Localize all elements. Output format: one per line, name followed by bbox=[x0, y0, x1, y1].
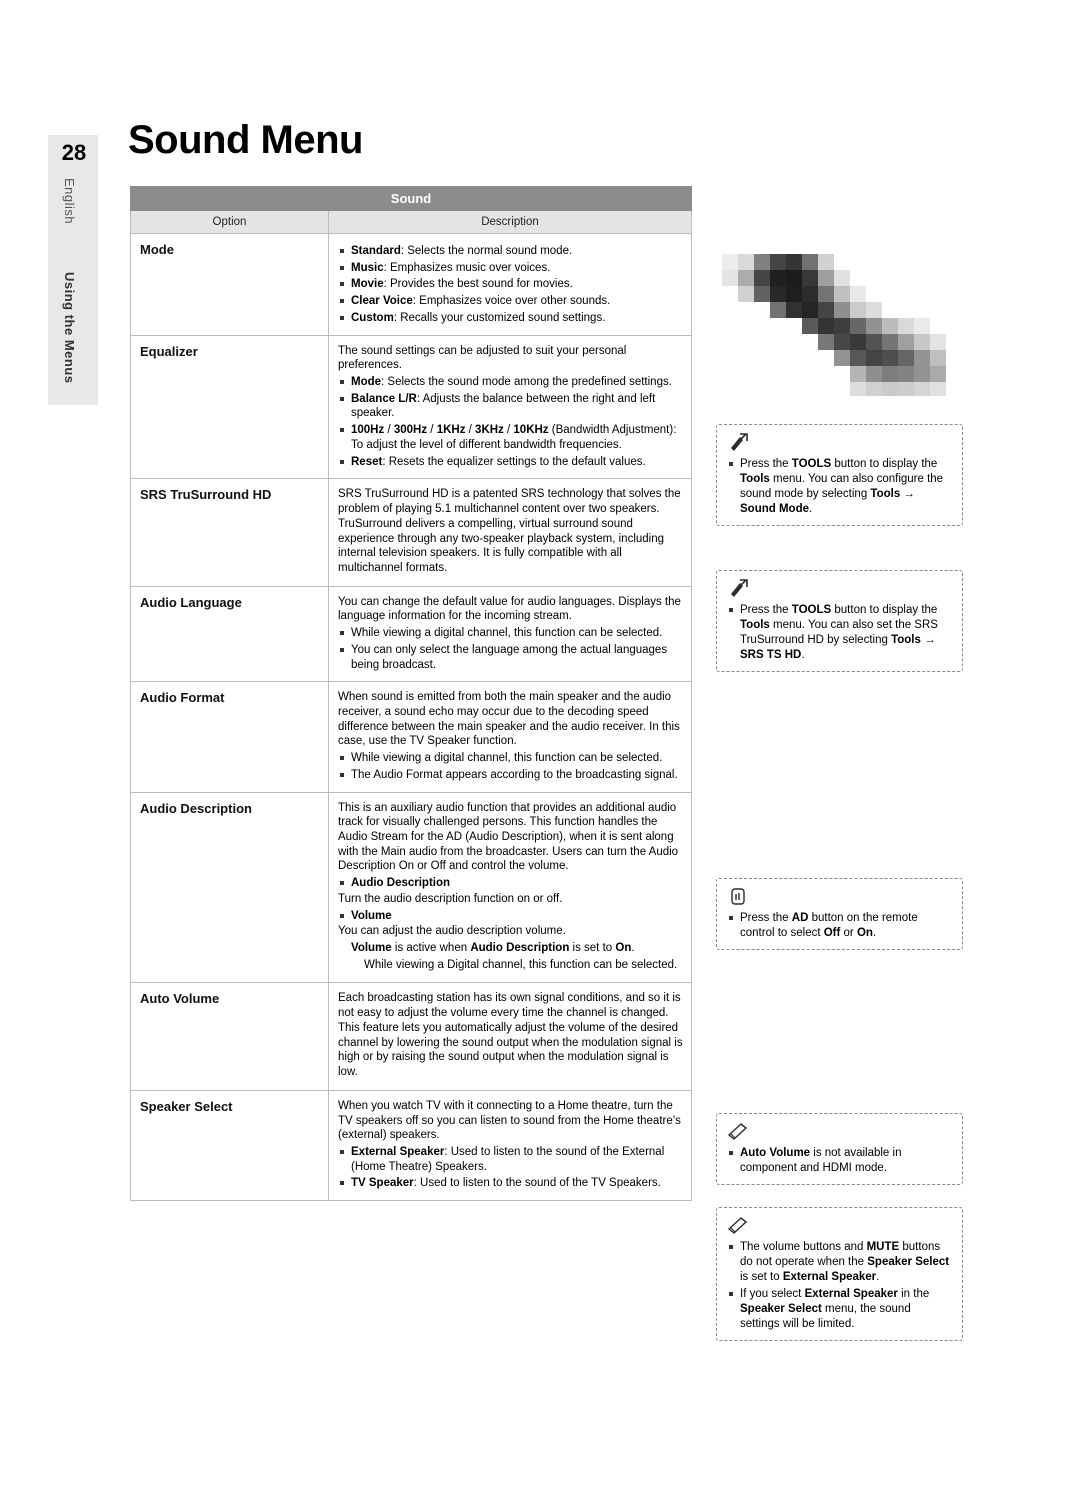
tools-icon bbox=[727, 578, 952, 600]
note-tools-srs: Press the TOOLS button to display the To… bbox=[716, 570, 963, 672]
bullet: Custom: Recalls your customized sound se… bbox=[338, 311, 683, 326]
bullet: The Audio Format appears according to th… bbox=[338, 768, 683, 783]
sub-heading: Volume bbox=[338, 909, 683, 924]
description-audio-language: You can change the default value for aud… bbox=[328, 585, 692, 683]
pencil-note-icon bbox=[727, 1215, 952, 1237]
table-header-row: Option Description bbox=[130, 210, 692, 234]
intro-text: When sound is emitted from both the main… bbox=[338, 691, 680, 748]
option-audio-language: Audio Language bbox=[130, 585, 329, 683]
description-audio-description: This is an auxiliary audio function that… bbox=[328, 791, 692, 984]
sub-heading: Audio Description bbox=[338, 876, 683, 891]
table-row: Audio Format When sound is emitted from … bbox=[130, 681, 692, 793]
option-mode: Mode bbox=[130, 233, 329, 336]
sub-body: You can adjust the audio description vol… bbox=[338, 925, 566, 938]
product-photo-graphic bbox=[716, 250, 956, 402]
note-ad-button: Press the AD button on the remote contro… bbox=[716, 878, 963, 950]
intro-text: When you watch TV with it connecting to … bbox=[338, 1099, 681, 1142]
table-row: SRS TruSurround HD SRS TruSurround HD is… bbox=[130, 478, 692, 587]
note-text: Press the AD button on the remote contro… bbox=[727, 911, 952, 941]
sub-note: Volume is active when Audio Description … bbox=[351, 942, 635, 955]
sub-note-2: While viewing a Digital channel, this fu… bbox=[364, 958, 678, 971]
note-speaker-select: The volume buttons and MUTE buttons do n… bbox=[716, 1207, 963, 1341]
bullet: While viewing a digital channel, this fu… bbox=[338, 751, 683, 766]
bullet: Music: Emphasizes music over voices. bbox=[338, 261, 683, 276]
col-header-description: Description bbox=[328, 210, 692, 234]
bullet: Reset: Resets the equalizer settings to … bbox=[338, 455, 683, 470]
bullet: While viewing a digital channel, this fu… bbox=[338, 626, 683, 641]
description-speaker-select: When you watch TV with it connecting to … bbox=[328, 1089, 692, 1202]
note-text: Press the TOOLS button to display the To… bbox=[727, 457, 952, 517]
bullet: You can only select the language among t… bbox=[338, 643, 683, 672]
table-row: Audio Language You can change the defaul… bbox=[130, 585, 692, 683]
language-tab-label: English bbox=[62, 178, 77, 225]
bullet: Standard: Selects the normal sound mode. bbox=[338, 244, 683, 259]
table-row: Auto Volume Each broadcasting station ha… bbox=[130, 982, 692, 1091]
product-photo bbox=[716, 250, 956, 402]
description-mode: Standard: Selects the normal sound mode.… bbox=[328, 233, 692, 336]
sub-body: Turn the audio description function on o… bbox=[338, 892, 563, 905]
section-tab-label: Using the Menus bbox=[62, 272, 77, 384]
option-auto-volume: Auto Volume bbox=[130, 982, 329, 1091]
option-audio-description: Audio Description bbox=[130, 791, 329, 984]
option-srs-trusurround-hd: SRS TruSurround HD bbox=[130, 478, 329, 587]
option-equalizer: Equalizer bbox=[130, 334, 329, 480]
table-title-row: Sound bbox=[130, 186, 692, 211]
description-auto-volume: Each broadcasting station has its own si… bbox=[328, 982, 692, 1091]
pencil-note-icon bbox=[727, 1121, 952, 1143]
description-srs-trusurround-hd: SRS TruSurround HD is a patented SRS tec… bbox=[328, 478, 692, 587]
intro-text: The sound settings can be adjusted to su… bbox=[338, 344, 627, 372]
intro-text: You can change the default value for aud… bbox=[338, 595, 681, 623]
bullet: Movie: Provides the best sound for movie… bbox=[338, 277, 683, 292]
bullet: Clear Voice: Emphasizes voice over other… bbox=[338, 294, 683, 309]
note-text-2: If you select External Speaker in the Sp… bbox=[727, 1287, 952, 1332]
page-title: Sound Menu bbox=[128, 118, 363, 162]
note-text: Press the TOOLS button to display the To… bbox=[727, 603, 952, 663]
intro-text: SRS TruSurround HD is a patented SRS tec… bbox=[338, 488, 681, 574]
sound-options-table: Sound Option Description Mode Standard: … bbox=[130, 186, 692, 1202]
table-row: Speaker Select When you watch TV with it… bbox=[130, 1089, 692, 1202]
bullet: TV Speaker: Used to listen to the sound … bbox=[338, 1176, 683, 1191]
intro-text: Each broadcasting station has its own si… bbox=[338, 992, 683, 1079]
description-equalizer: The sound settings can be adjusted to su… bbox=[328, 334, 692, 480]
description-audio-format: When sound is emitted from both the main… bbox=[328, 681, 692, 793]
hand-press-icon bbox=[727, 886, 952, 908]
option-speaker-select: Speaker Select bbox=[130, 1089, 329, 1202]
tools-icon bbox=[727, 432, 952, 454]
bullet: External Speaker: Used to listen to the … bbox=[338, 1145, 683, 1174]
option-audio-format: Audio Format bbox=[130, 681, 329, 793]
bullet: Balance L/R: Adjusts the balance between… bbox=[338, 392, 683, 421]
table-row: Mode Standard: Selects the normal sound … bbox=[130, 233, 692, 336]
table-row: Equalizer The sound settings can be adju… bbox=[130, 334, 692, 480]
col-header-option: Option bbox=[130, 210, 329, 234]
bullet: 100Hz / 300Hz / 1KHz / 3KHz / 10KHz (Ban… bbox=[338, 423, 683, 452]
intro-text: This is an auxiliary audio function that… bbox=[338, 801, 679, 873]
bullet: Mode: Selects the sound mode among the p… bbox=[338, 375, 683, 390]
table-row: Audio Description This is an auxiliary a… bbox=[130, 791, 692, 984]
table-title: Sound bbox=[130, 186, 692, 211]
note-tools-sound-mode: Press the TOOLS button to display the To… bbox=[716, 424, 963, 526]
page-number: 28 bbox=[61, 140, 87, 165]
note-text: The volume buttons and MUTE buttons do n… bbox=[727, 1240, 952, 1285]
note-text: Auto Volume is not available in componen… bbox=[727, 1146, 952, 1176]
note-auto-volume: Auto Volume is not available in componen… bbox=[716, 1113, 963, 1185]
